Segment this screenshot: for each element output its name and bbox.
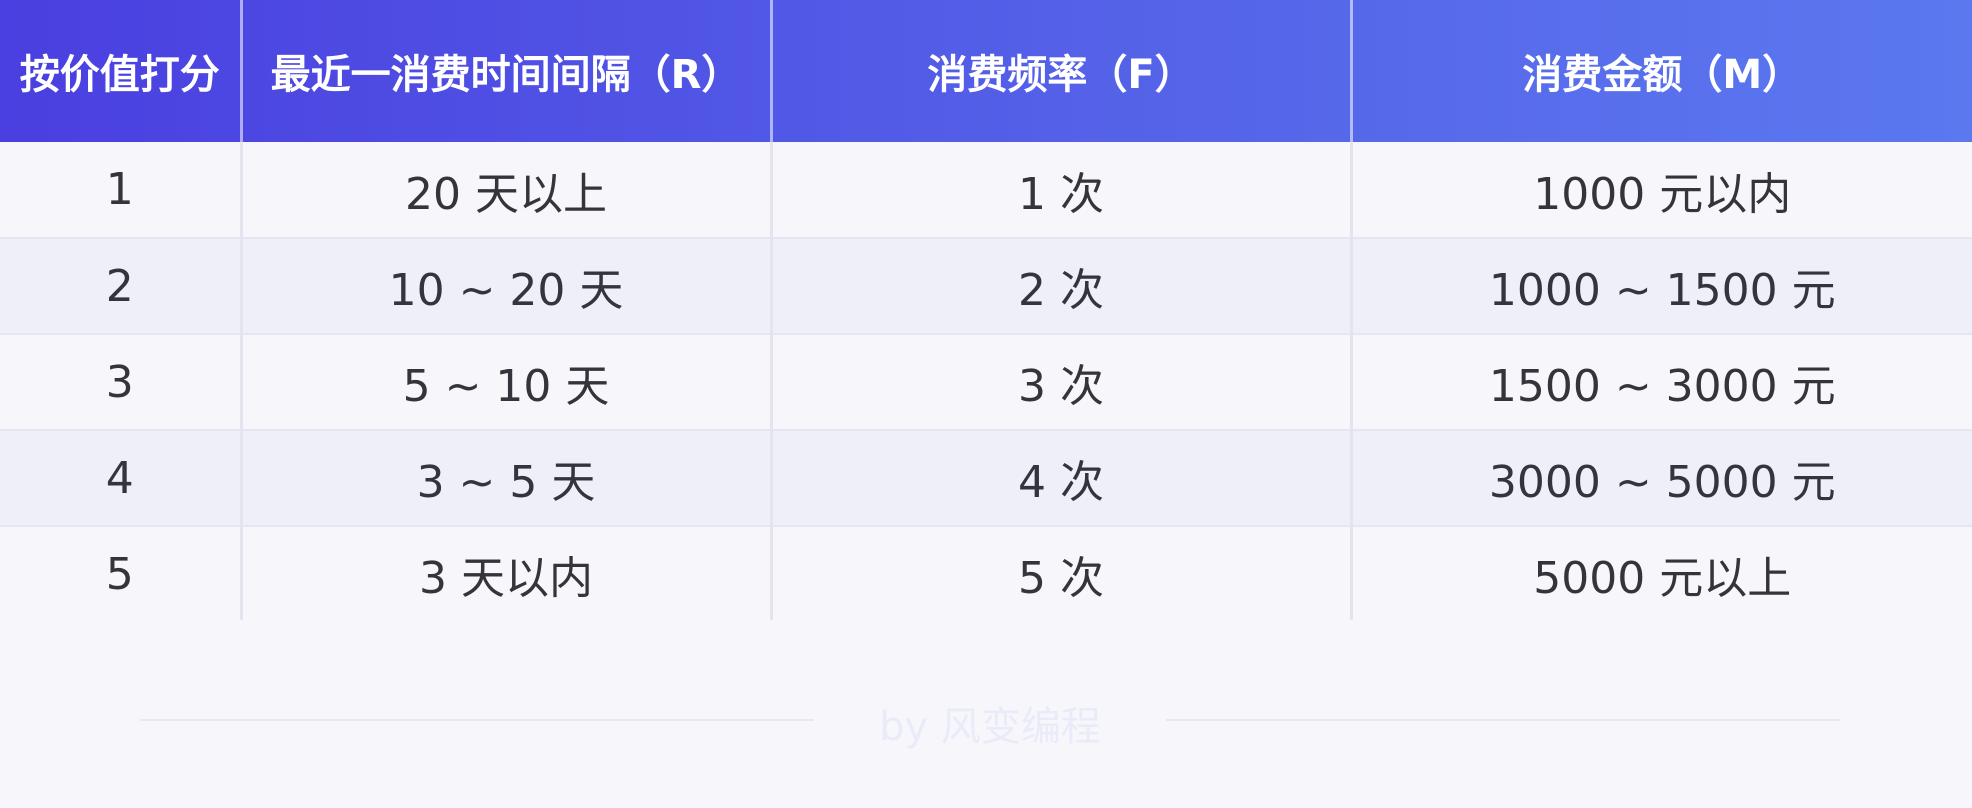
cell-score: 1 (0, 142, 243, 239)
header-frequency: 消费频率（F） (771, 0, 1353, 142)
cell-frequency: 4 次 (771, 430, 1353, 527)
table-row: 5 3 天以内 5 次 5000 元以上 (0, 526, 1972, 623)
cell-monetary: 3000 ~ 5000 元 (1351, 430, 1972, 527)
cell-monetary: 1500 ~ 3000 元 (1351, 334, 1972, 431)
cell-score: 4 (0, 430, 243, 527)
table-row: 3 5 ~ 10 天 3 次 1500 ~ 3000 元 (0, 334, 1972, 431)
header-score: 按价值打分 (0, 0, 243, 142)
cell-frequency: 1 次 (771, 142, 1353, 239)
cell-score: 5 (0, 526, 243, 623)
footer: by 风变编程 (0, 620, 1972, 808)
cell-recency: 3 天以内 (241, 526, 773, 623)
cell-frequency: 3 次 (771, 334, 1353, 431)
header-recency: 最近一消费时间间隔（R） (241, 0, 773, 142)
footer-divider-right (1166, 719, 1840, 721)
cell-monetary: 1000 元以内 (1351, 142, 1972, 239)
table-row: 4 3 ~ 5 天 4 次 3000 ~ 5000 元 (0, 430, 1972, 527)
table-row: 1 20 天以上 1 次 1000 元以内 (0, 142, 1972, 239)
table-header-row: 按价值打分 最近一消费时间间隔（R） 消费频率（F） 消费金额（M） (0, 0, 1972, 142)
cell-monetary: 5000 元以上 (1351, 526, 1972, 623)
watermark: by 风变编程 (879, 704, 1101, 750)
cell-frequency: 5 次 (771, 526, 1353, 623)
rfm-score-table: 按价值打分 最近一消费时间间隔（R） 消费频率（F） 消费金额（M） 1 20 … (0, 0, 1972, 623)
table-row: 2 10 ~ 20 天 2 次 1000 ~ 1500 元 (0, 238, 1972, 335)
cell-recency: 20 天以上 (241, 142, 773, 239)
cell-score: 3 (0, 334, 243, 431)
footer-divider-left (140, 719, 814, 721)
header-monetary: 消费金额（M） (1522, 52, 1803, 98)
cell-score: 2 (0, 238, 243, 335)
cell-recency: 5 ~ 10 天 (241, 334, 773, 431)
cell-recency: 10 ~ 20 天 (241, 238, 773, 335)
cell-recency: 3 ~ 5 天 (241, 430, 773, 527)
cell-frequency: 2 次 (771, 238, 1353, 335)
cell-monetary: 1000 ~ 1500 元 (1351, 238, 1972, 335)
